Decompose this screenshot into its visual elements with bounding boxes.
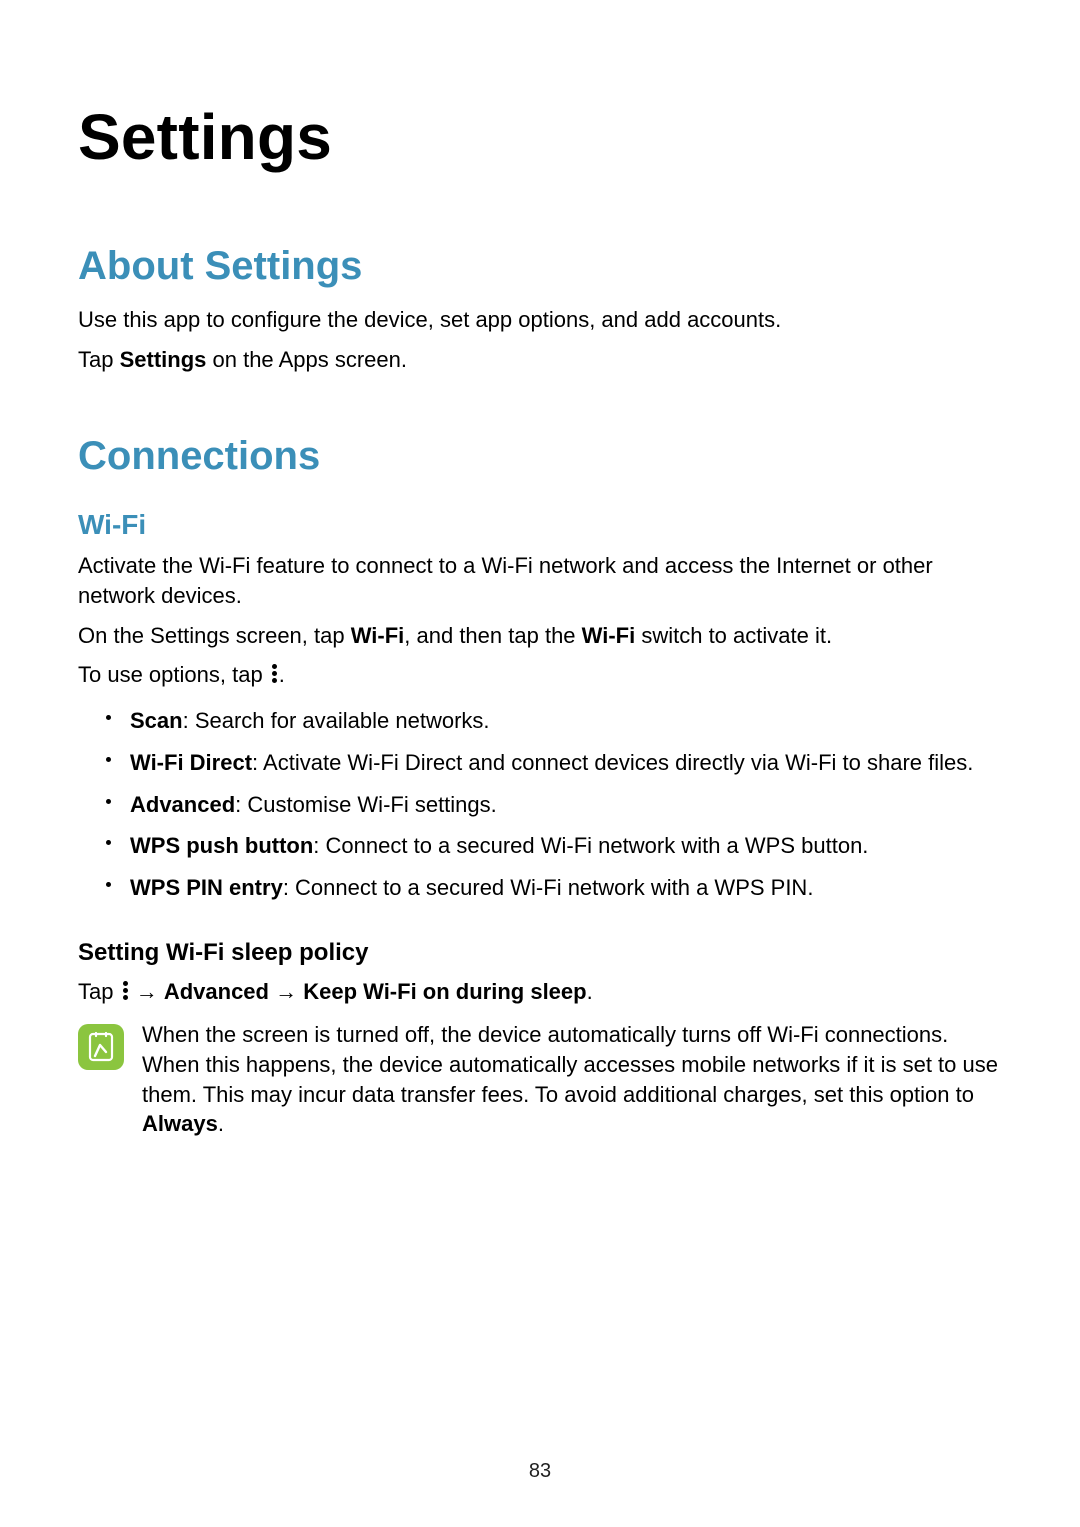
bold-wifi-2: Wi-Fi: [582, 623, 636, 648]
note-text: When the screen is turned off, the devic…: [142, 1020, 1002, 1139]
option-desc: : Activate Wi-Fi Direct and connect devi…: [252, 750, 973, 775]
list-item: Scan: Search for available networks.: [106, 700, 1002, 742]
page-number: 83: [0, 1460, 1080, 1483]
text-fragment: , and then tap the: [404, 623, 581, 648]
text-fragment: When the screen is turned off, the devic…: [142, 1022, 998, 1106]
list-item: Wi-Fi Direct: Activate Wi-Fi Direct and …: [106, 742, 1002, 784]
wifi-activate-instruction: On the Settings screen, tap Wi-Fi, and t…: [78, 621, 1002, 651]
bold-always: Always: [142, 1111, 218, 1136]
option-label: WPS push button: [130, 833, 313, 858]
option-desc: : Connect to a secured Wi-Fi network wit…: [283, 875, 814, 900]
bold-keep-wifi: Keep Wi-Fi on during sleep: [303, 979, 586, 1004]
text-fragment: On the Settings screen, tap: [78, 623, 351, 648]
text-fragment: .: [279, 662, 285, 687]
bold-settings: Settings: [120, 347, 207, 372]
about-tap-settings: Tap Settings on the Apps screen.: [78, 345, 1002, 375]
text-fragment: .: [587, 979, 593, 1004]
more-options-icon: [269, 664, 279, 684]
list-item: Advanced: Customise Wi-Fi settings.: [106, 784, 1002, 826]
option-label: WPS PIN entry: [130, 875, 283, 900]
text-fragment: switch to activate it.: [635, 623, 832, 648]
list-item: WPS PIN entry: Connect to a secured Wi-F…: [106, 867, 1002, 909]
text-fragment: To use options, tap: [78, 662, 269, 687]
list-item: WPS push button: Connect to a secured Wi…: [106, 825, 1002, 867]
connections-heading: Connections: [78, 434, 1002, 479]
more-options-icon: [120, 981, 130, 1001]
text-fragment: .: [218, 1111, 224, 1136]
option-desc: : Connect to a secured Wi-Fi network wit…: [313, 833, 868, 858]
wifi-sleep-instruction: Tap → Advanced → Keep Wi-Fi on during sl…: [78, 977, 1002, 1007]
bold-advanced: Advanced: [164, 979, 269, 1004]
option-label: Wi-Fi Direct: [130, 750, 252, 775]
bold-wifi-1: Wi-Fi: [351, 623, 405, 648]
arrow-icon: →: [130, 979, 164, 1004]
note-block: When the screen is turned off, the devic…: [78, 1020, 1002, 1139]
wifi-sleep-heading: Setting Wi-Fi sleep policy: [78, 939, 1002, 967]
wifi-options-list: Scan: Search for available networks. Wi-…: [78, 700, 1002, 908]
option-label: Advanced: [130, 792, 235, 817]
option-desc: : Customise Wi-Fi settings.: [235, 792, 497, 817]
text-fragment: Tap: [78, 979, 120, 1004]
option-desc: : Search for available networks.: [183, 708, 490, 733]
about-settings-heading: About Settings: [78, 244, 1002, 289]
note-icon: [78, 1024, 124, 1070]
about-description: Use this app to configure the device, se…: [78, 305, 1002, 335]
option-label: Scan: [130, 708, 183, 733]
arrow-icon: →: [269, 979, 303, 1004]
wifi-options-instruction: To use options, tap .: [78, 660, 1002, 690]
page-title: Settings: [78, 100, 1002, 174]
wifi-description: Activate the Wi-Fi feature to connect to…: [78, 551, 1002, 610]
wifi-heading: Wi-Fi: [78, 509, 1002, 541]
text-fragment: on the Apps screen.: [206, 347, 407, 372]
text-fragment: Tap: [78, 347, 120, 372]
